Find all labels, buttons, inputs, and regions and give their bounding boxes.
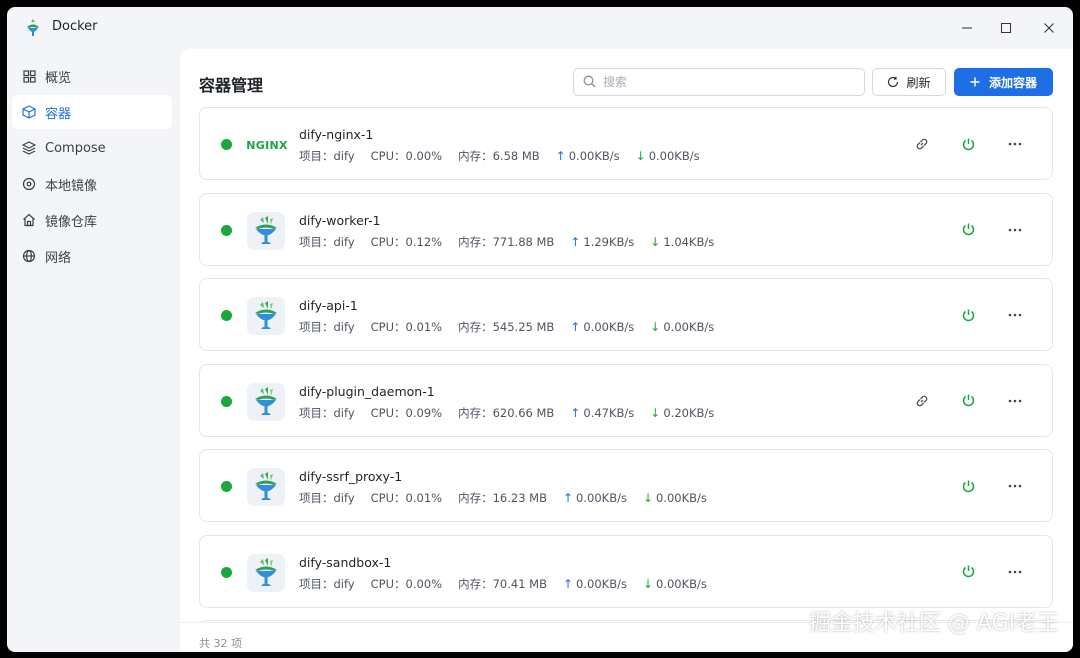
sidebar-item-network[interactable]: 网络 <box>12 239 172 273</box>
search-box[interactable] <box>573 68 865 96</box>
nginx-logo: NGINX <box>246 138 288 152</box>
container-card[interactable]: dify-api-1 项目： dify CPU： 0.01% 内存： 545.25 M… <box>199 278 1053 351</box>
minimize-button[interactable] <box>945 13 989 43</box>
container-name[interactable]: dify-worker-1 <box>299 213 381 228</box>
globe-icon <box>22 249 36 263</box>
power-button[interactable] <box>958 305 978 325</box>
container-name[interactable]: dify-sandbox-1 <box>299 555 391 570</box>
sidebar-item-label: 容器 <box>45 106 72 122</box>
plus-icon <box>970 77 980 87</box>
container-card[interactable]: dify-ssrf_proxy-1 项目： dify CPU： 0.01% 内存： 1… <box>199 449 1053 522</box>
running-status-dot <box>221 224 232 236</box>
more-options-button[interactable] <box>1005 134 1025 154</box>
container-meta: 项目： dify CPU： 0.12% 内存： 771.88 MB ↑ 1.29KB/s… <box>299 234 715 249</box>
container-name[interactable]: dify-plugin_daemon-1 <box>299 384 435 399</box>
dify-logo <box>247 382 285 421</box>
refresh-icon <box>887 76 899 88</box>
download-arrow-icon: ↓ <box>635 149 646 163</box>
docker-window: Docker 概览 容器 Compose 本地镜像 镜像仓库 网络 容器管理 搜… <box>7 7 1073 652</box>
container-card[interactable]: dify-worker-1 项目： dify CPU： 0.12% 内存： 771.8… <box>199 192 1053 266</box>
upload-arrow-icon: ↑ <box>570 405 581 420</box>
grid-icon <box>22 69 36 83</box>
sidebar-item-overview[interactable]: 概览 <box>12 59 172 93</box>
link-icon[interactable] <box>912 391 932 411</box>
running-status-dot <box>221 566 232 578</box>
container-name[interactable]: dify-nginx-1 <box>299 127 373 142</box>
home-icon <box>22 213 36 227</box>
sidebar-item-image-registry[interactable]: 镜像仓库 <box>12 203 172 237</box>
more-options-button[interactable] <box>1005 391 1025 411</box>
search-icon <box>583 73 596 92</box>
container-list: NGINX dify-nginx-1 项目： dify CPU： 0.00% 内存：… <box>199 107 1053 622</box>
add-container-label: 添加容器 <box>988 75 1037 90</box>
refresh-label: 刷新 <box>906 75 931 90</box>
download-arrow-icon: ↓ <box>642 491 654 505</box>
power-button[interactable] <box>958 391 978 411</box>
page-title: 容器管理 <box>199 76 264 95</box>
power-button[interactable] <box>958 134 978 154</box>
cube-icon <box>22 105 36 119</box>
disc-icon <box>22 177 36 191</box>
container-meta: 项目： dify CPU： 0.00% 内存： 6.58 MB ↑ 0.00KB/s ↓… <box>299 149 700 163</box>
sidebar-item-compose[interactable]: Compose <box>12 131 172 165</box>
sidebar-item-label: 本地镜像 <box>45 178 98 194</box>
refresh-button[interactable]: 刷新 <box>872 68 946 96</box>
power-button[interactable] <box>958 562 978 582</box>
power-button[interactable] <box>958 476 978 496</box>
search-input[interactable] <box>603 75 853 89</box>
running-status-dot <box>221 139 232 150</box>
sidebar-item-local-images[interactable]: 本地镜像 <box>12 167 172 201</box>
download-arrow-icon: ↓ <box>650 234 661 249</box>
close-button[interactable] <box>1027 13 1071 43</box>
dify-logo <box>247 297 285 335</box>
dify-logo <box>247 468 285 506</box>
upload-arrow-icon: ↑ <box>562 491 574 505</box>
upload-arrow-icon: ↑ <box>555 149 566 163</box>
container-name[interactable]: dify-api-1 <box>299 298 358 313</box>
download-arrow-icon: ↓ <box>650 320 661 334</box>
upload-arrow-icon: ↑ <box>562 576 574 591</box>
more-options-button[interactable] <box>1005 305 1025 325</box>
more-options-button[interactable] <box>1005 476 1025 496</box>
container-meta: 项目： dify CPU： 0.01% 内存： 545.25 MB ↑ 0.00KB/s… <box>299 320 715 334</box>
running-status-dot <box>221 481 232 492</box>
container-name[interactable]: dify-ssrf_proxy-1 <box>299 469 402 484</box>
docker-app-icon <box>23 18 43 38</box>
upload-arrow-icon: ↑ <box>570 320 581 334</box>
total-count: 共 32 项 <box>199 637 242 650</box>
layers-icon <box>22 141 36 155</box>
download-arrow-icon: ↓ <box>650 405 661 420</box>
sidebar-item-label: 网络 <box>45 250 72 266</box>
running-status-dot <box>221 395 232 407</box>
sidebar-item-containers[interactable]: 容器 <box>12 95 172 129</box>
container-meta: 项目： dify CPU： 0.00% 内存： 70.41 MB ↑ 0.00KB/s … <box>299 576 707 591</box>
dify-logo <box>247 553 285 592</box>
sidebar-item-label: 镜像仓库 <box>45 214 98 230</box>
container-meta: 项目： dify CPU： 0.09% 内存： 620.66 MB ↑ 0.47KB/s… <box>299 405 715 420</box>
dify-logo <box>247 211 285 250</box>
watermark: 掘金技术社区 @ AGI老王 <box>808 611 1059 636</box>
upload-arrow-icon: ↑ <box>570 234 581 249</box>
window-title: Docker <box>52 19 98 34</box>
container-card[interactable]: dify-plugin_daemon-1 项目： dify CPU： 0.09% 内… <box>199 363 1053 437</box>
sidebar-item-label: Compose <box>45 140 106 156</box>
container-card[interactable]: dify-sandbox-1 项目： dify CPU： 0.00% 内存： 70.4… <box>199 534 1053 608</box>
sidebar-item-label: 概览 <box>45 70 72 86</box>
maximize-button[interactable] <box>984 13 1028 43</box>
link-icon[interactable] <box>912 134 932 154</box>
title-bar: Docker <box>7 7 1073 49</box>
power-button[interactable] <box>958 220 978 240</box>
running-status-dot <box>221 310 232 321</box>
more-options-button[interactable] <box>1005 220 1025 240</box>
add-container-button[interactable]: 添加容器 <box>954 68 1053 96</box>
container-card[interactable]: NGINX dify-nginx-1 项目： dify CPU： 0.00% 内存：… <box>199 107 1053 180</box>
sidebar: 概览 容器 Compose 本地镜像 镜像仓库 网络 <box>7 59 179 275</box>
more-options-button[interactable] <box>1005 562 1025 582</box>
download-arrow-icon: ↓ <box>642 576 654 591</box>
container-meta: 项目： dify CPU： 0.01% 内存： 16.23 MB ↑ 0.00KB/s … <box>299 491 707 505</box>
main-panel: 容器管理 刷新 添加容器 NGINX <box>180 49 1073 652</box>
